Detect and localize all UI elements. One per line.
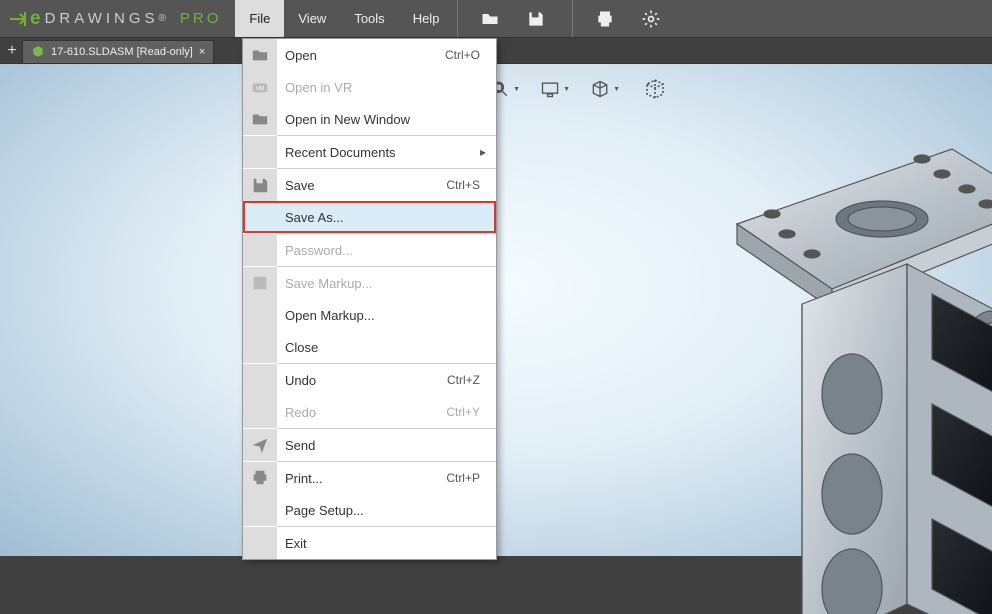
menu-item-open[interactable]: OpenCtrl+O	[243, 39, 496, 71]
gear-icon[interactable]	[641, 9, 661, 29]
menu-item-close[interactable]: Close	[243, 331, 496, 363]
menu-item-label: Redo	[277, 405, 446, 420]
assembly-icon	[31, 45, 45, 59]
menu-item-open-markup[interactable]: Open Markup...	[243, 299, 496, 331]
open-icon[interactable]	[480, 9, 500, 29]
menu-item-label: Recent Documents	[277, 145, 496, 160]
menu-item-exit[interactable]: Exit	[243, 527, 496, 559]
menu-item-print[interactable]: Print...Ctrl+P	[243, 462, 496, 494]
menu-item-undo[interactable]: UndoCtrl+Z	[243, 364, 496, 396]
menu-item-label: Password...	[277, 243, 496, 258]
menu-item-label: Save Markup...	[277, 276, 496, 291]
file-menu-dropdown: OpenCtrl+O VR Open in VR Open in New Window…	[242, 38, 497, 560]
menu-item-save-markup: Save Markup...	[243, 267, 496, 299]
logo-suffix: PRO	[180, 10, 222, 27]
menu-item-shortcut: Ctrl+Z	[447, 373, 496, 387]
close-tab-icon[interactable]: ×	[199, 46, 205, 58]
3d-model	[572, 94, 992, 614]
menu-item-send[interactable]: Send	[243, 429, 496, 461]
menu-item-label: Close	[277, 340, 496, 355]
toolbar-icons	[457, 0, 568, 37]
perspective-icon[interactable]	[640, 76, 670, 102]
orientation-icon[interactable]	[590, 76, 620, 102]
menu-tools[interactable]: Tools	[340, 0, 398, 37]
menu-item-label: Send	[277, 438, 496, 453]
menu-item-label: Open in New Window	[277, 112, 496, 127]
svg-text:VR: VR	[256, 86, 265, 93]
menu-item-redo: RedoCtrl+Y	[243, 396, 496, 428]
menu-view[interactable]: View	[284, 0, 340, 37]
tab-label: 17-610.SLDASM [Read-only]	[51, 46, 193, 58]
menu-item-label: Page Setup...	[277, 503, 496, 518]
menu-item-label: Open	[277, 48, 445, 63]
menu-item-label: Save As...	[277, 210, 496, 225]
menu-item-save[interactable]: SaveCtrl+S	[243, 169, 496, 201]
menu-item-save-as[interactable]: Save As...	[243, 201, 496, 233]
menu-item-label: Open Markup...	[277, 308, 496, 323]
print-icon[interactable]	[595, 9, 615, 29]
menu-item-open-in-vr: VR Open in VR	[243, 71, 496, 103]
menu-item-shortcut: Ctrl+Y	[446, 405, 496, 419]
menu-item-label: Undo	[277, 373, 447, 388]
menu-item-label: Exit	[277, 536, 496, 551]
new-tab-button[interactable]: +	[2, 38, 22, 63]
menu-item-page-setup[interactable]: Page Setup...	[243, 494, 496, 526]
menu-help[interactable]: Help	[399, 0, 454, 37]
menu-item-shortcut: Ctrl+S	[446, 178, 496, 192]
logo-letter: e	[30, 8, 41, 30]
arrow-right-icon	[10, 9, 30, 29]
toolbar-icons-2	[572, 0, 683, 37]
document-tab[interactable]: 17-610.SLDASM [Read-only] ×	[22, 40, 214, 63]
menu-item-shortcut: Ctrl+P	[446, 471, 496, 485]
app-logo: e DRAWINGS ® PRO	[0, 0, 235, 37]
title-bar: e DRAWINGS ® PRO File View Tools Help	[0, 0, 992, 38]
display-style-icon[interactable]	[540, 76, 570, 102]
menu-item-recent-documents[interactable]: Recent Documents	[243, 136, 496, 168]
save-icon[interactable]	[526, 9, 546, 29]
menu-item-label: Save	[277, 178, 446, 193]
menu-file[interactable]: File	[235, 0, 284, 37]
menu-item-label: Print...	[277, 471, 446, 486]
menu-item-open-in-new-window[interactable]: Open in New Window	[243, 103, 496, 135]
menu-item-password: Password...	[243, 234, 496, 266]
logo-word: DRAWINGS	[45, 10, 159, 27]
menu-bar: File View Tools Help	[235, 0, 453, 37]
menu-item-shortcut: Ctrl+O	[445, 48, 496, 62]
menu-item-label: Open in VR	[277, 80, 496, 95]
